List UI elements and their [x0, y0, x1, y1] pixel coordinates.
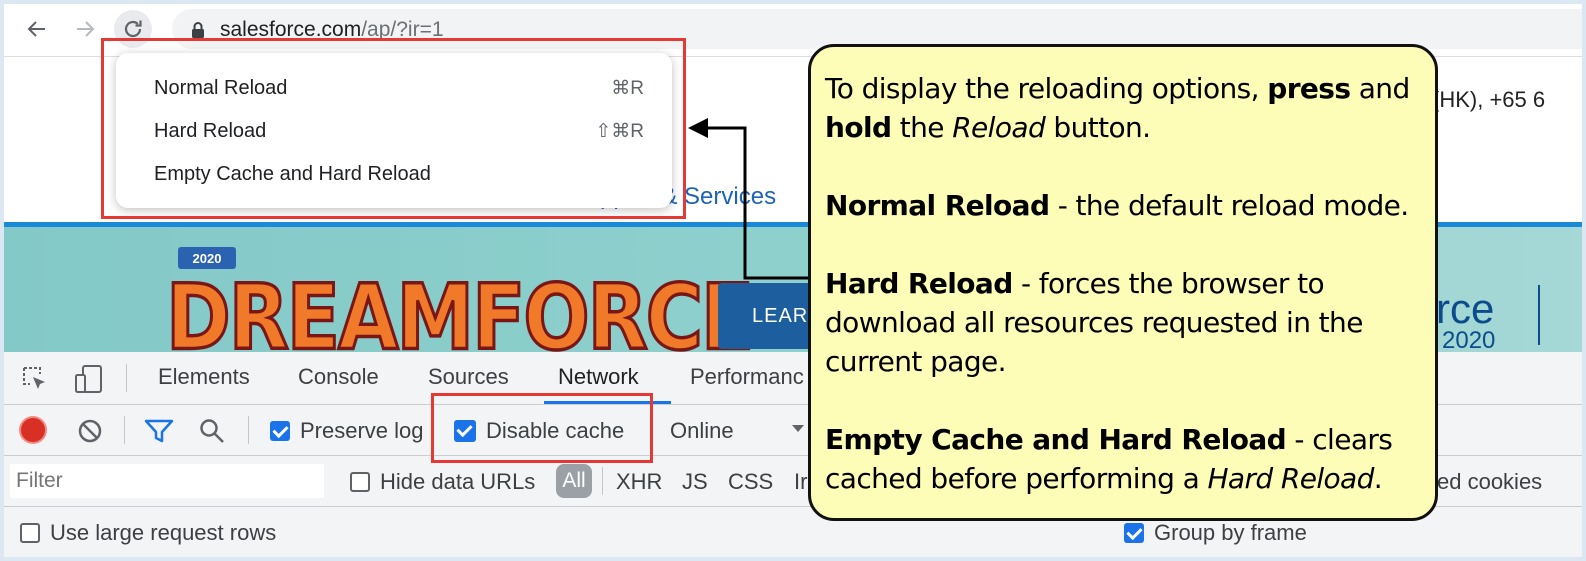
back-button[interactable] [18, 10, 56, 48]
type-filter-img[interactable]: Ir [794, 469, 807, 495]
filter-funnel-icon[interactable] [144, 417, 174, 445]
preserve-log-toggle[interactable]: Preserve log [270, 418, 424, 444]
large-rows-label: Use large request rows [50, 520, 277, 545]
lock-icon [192, 22, 204, 38]
banner-right-brand: rce [1436, 285, 1495, 332]
annotation-callout: To display the reloading options, press … [808, 44, 1438, 521]
tab-performance[interactable]: Performanc [690, 364, 804, 390]
toolbar-separator [124, 416, 125, 444]
toolbar-separator [248, 416, 249, 444]
tab-network[interactable]: Network [558, 364, 639, 390]
chevron-down-icon[interactable] [790, 421, 806, 437]
filter-separator [602, 467, 603, 495]
reload-menu-highlight [101, 38, 686, 219]
callout-normal-reload: Normal Reload - the default reload mode. [825, 189, 1409, 222]
record-button[interactable] [21, 418, 45, 442]
forward-button[interactable] [66, 10, 104, 48]
back-arrow-icon [27, 21, 45, 37]
tab-console[interactable]: Console [298, 364, 379, 390]
callout-hard-reload: Hard Reload - forces the browser to down… [825, 267, 1363, 378]
type-filter-js[interactable]: JS [682, 469, 708, 495]
hide-data-urls-label: Hide data URLs [380, 469, 536, 494]
search-icon[interactable] [198, 417, 226, 445]
device-toolbar-icon[interactable] [72, 362, 106, 396]
inspect-element-icon[interactable] [20, 364, 50, 394]
dreamforce-logo: DREAMFORCE [164, 265, 755, 352]
type-filter-css[interactable]: CSS [728, 469, 773, 495]
tab-sources[interactable]: Sources [428, 364, 509, 390]
tab-elements[interactable]: Elements [158, 364, 250, 390]
hide-data-urls-toggle[interactable]: Hide data URLs [350, 469, 535, 495]
type-filter-all[interactable]: All [556, 464, 592, 498]
banner-year-badge: 2020 [178, 247, 236, 269]
type-filter-xhr[interactable]: XHR [616, 469, 662, 495]
large-rows-checkbox[interactable] [20, 523, 40, 543]
preserve-log-label: Preserve log [300, 418, 424, 443]
blocked-cookies-label[interactable]: ked cookies [1426, 469, 1542, 495]
phone-number-fragment: (HK), +65 6 [1432, 87, 1546, 112]
tabbar-separator [126, 364, 127, 392]
filter-input[interactable] [10, 464, 324, 498]
banner-right-year: 2020 [1442, 327, 1496, 352]
clear-icon[interactable] [76, 417, 104, 445]
banner-divider [1538, 285, 1540, 345]
large-rows-toggle[interactable]: Use large request rows [20, 520, 276, 546]
disable-cache-highlight [431, 393, 653, 463]
group-by-frame-toggle[interactable]: Group by frame [1124, 520, 1307, 546]
hide-data-urls-checkbox[interactable] [350, 472, 370, 492]
preserve-log-checkbox[interactable] [270, 421, 290, 441]
forward-arrow-icon [77, 21, 95, 37]
group-by-frame-checkbox[interactable] [1124, 523, 1144, 543]
screenshot-frame: salesforce.com/ap/?ir=1 (HK), +65 6 ppor… [4, 4, 1582, 557]
callout-empty-cache: Empty Cache and Hard Reload - clears cac… [825, 423, 1393, 495]
callout-intro: To display the reloading options, press … [825, 72, 1410, 144]
group-by-frame-label: Group by frame [1154, 520, 1307, 545]
throttle-select[interactable]: Online [670, 418, 734, 444]
